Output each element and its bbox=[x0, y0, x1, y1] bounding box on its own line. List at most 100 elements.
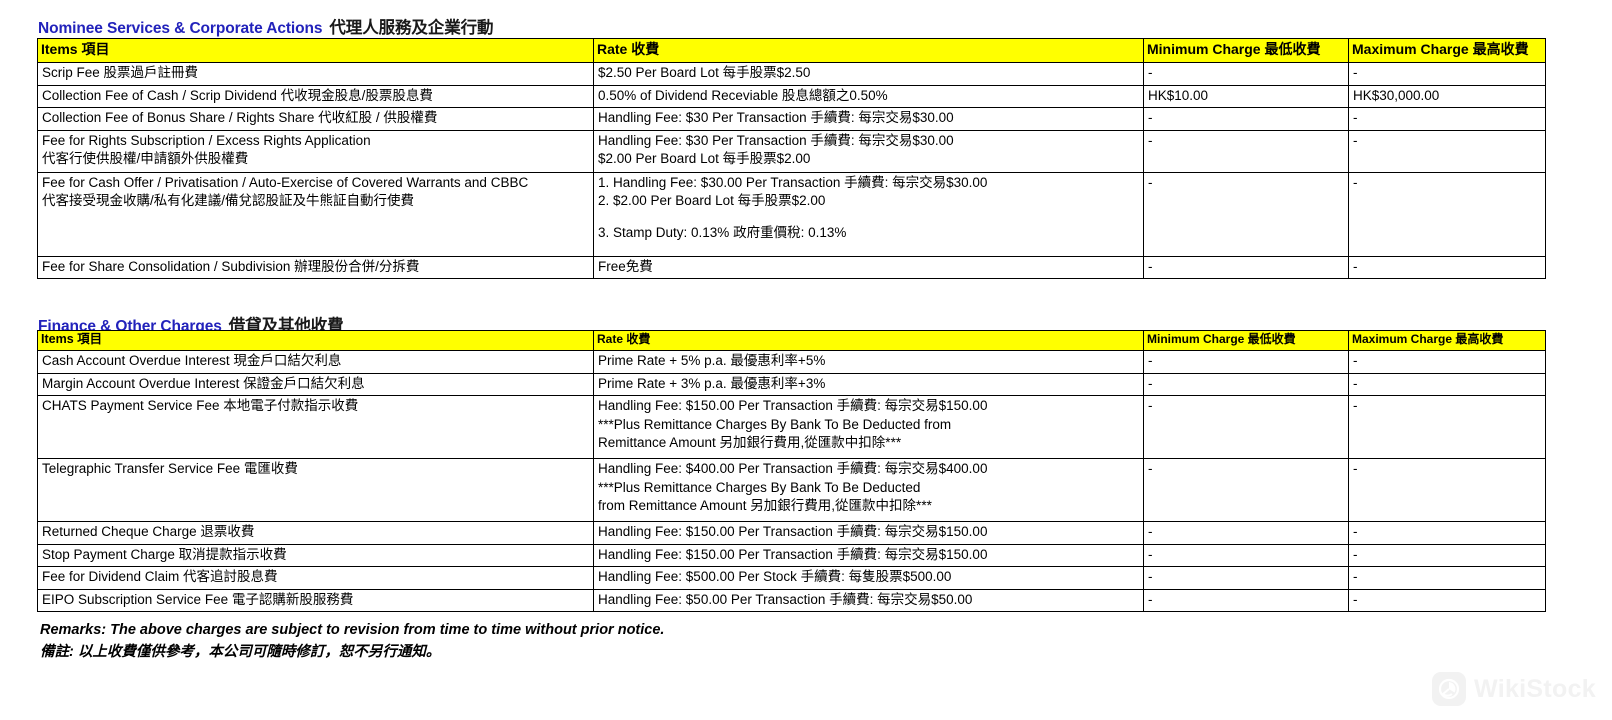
table-row: Scrip Fee 股票過戶註冊費 $2.50 Per Board Lot 每手股… bbox=[37, 62, 1546, 86]
item-cell-line: Margin Account Overdue Interest 保證金戶口結欠利… bbox=[42, 375, 365, 391]
rate-cell-line: Handling Fee: $500.00 Per Stock 手續費: 每隻股… bbox=[598, 569, 952, 585]
wikistock-watermark-text: WikiStock bbox=[1474, 674, 1596, 703]
item-cell: EIPO Subscription Service Fee 電子認購新股服務費 bbox=[37, 588, 594, 613]
remarks-line-cn: 備註: 以上收費僅供參考，本公司可隨時修訂，恕不另行通知。 bbox=[40, 643, 441, 660]
column-header-items: Items 項目 bbox=[37, 37, 594, 64]
table-row: Collection Fee of Bonus Share / Rights S… bbox=[37, 107, 1546, 131]
column-header-rate: Rate 收費 bbox=[593, 37, 1144, 64]
minimum-charge-cell: - bbox=[1143, 372, 1349, 397]
table-row: Telegraphic Transfer Service Fee 電匯收費 Han… bbox=[37, 458, 1546, 523]
maximum-charge-cell: HK$30,000.00 bbox=[1348, 84, 1546, 109]
item-cell: Telegraphic Transfer Service Fee 電匯收費 bbox=[37, 458, 594, 523]
column-header-maximum-charge: Maximum Charge 最高收費 bbox=[1348, 37, 1546, 64]
rate-cell-line: Prime Rate + 5% p.a. 最優惠利率+5% bbox=[598, 353, 826, 369]
item-cell-line: Returned Cheque Charge 退票收費 bbox=[42, 524, 255, 540]
rate-cell: Handling Fee: $150.00 Per Transaction 手續… bbox=[593, 395, 1144, 460]
table-row: Stop Payment Charge 取消提款指示收費 Handling Fee… bbox=[37, 543, 1546, 568]
minimum-charge-cell: - bbox=[1143, 62, 1349, 86]
item-cell-line: Scrip Fee 股票過戶註冊費 bbox=[42, 65, 199, 81]
item-cell-line: Stop Payment Charge 取消提款指示收費 bbox=[42, 546, 287, 562]
table-row: CHATS Payment Service Fee 本地電子付款指示收費 Hand… bbox=[37, 395, 1546, 460]
finance-other-charges-table-body: Cash Account Overdue Interest 現金戶口結欠利息 Pr… bbox=[37, 350, 1546, 613]
item-cell: Scrip Fee 股票過戶註冊費 bbox=[37, 62, 594, 86]
table-row: Fee for Share Consolidation / Subdivisio… bbox=[37, 255, 1546, 280]
table-row: Margin Account Overdue Interest 保證金戶口結欠利… bbox=[37, 372, 1546, 397]
rate-cell: Prime Rate + 3% p.a. 最優惠利率+3% bbox=[593, 372, 1144, 397]
maximum-charge-cell: - bbox=[1348, 129, 1546, 173]
rate-cell-line: 2. $2.00 Per Board Lot 每手股票$2.00 bbox=[598, 193, 826, 209]
item-cell: Fee for Rights Subscription / Excess Rig… bbox=[37, 129, 594, 173]
item-cell-line: Collection Fee of Cash / Scrip Dividend … bbox=[42, 87, 433, 103]
maximum-charge-cell: - bbox=[1348, 521, 1546, 545]
item-cell-line: CHATS Payment Service Fee 本地電子付款指示收費 bbox=[42, 398, 359, 414]
remarks-block: Remarks: The above charges are subject t… bbox=[40, 620, 664, 664]
table-row: Collection Fee of Cash / Scrip Dividend … bbox=[37, 84, 1546, 109]
table-header-row: Items 項目 Rate 收費 Minimum Charge 最低收費 Max… bbox=[37, 37, 1546, 64]
item-cell-line: Telegraphic Transfer Service Fee 電匯收費 bbox=[42, 461, 298, 477]
maximum-charge-cell: - bbox=[1348, 543, 1546, 568]
rate-cell-line: Handling Fee: $30 Per Transaction 手續費: 每… bbox=[598, 132, 954, 148]
maximum-charge-cell: - bbox=[1348, 171, 1546, 257]
table-row: Fee for Cash Offer / Privatisation / Aut… bbox=[37, 171, 1546, 257]
item-cell-line: Fee for Cash Offer / Privatisation / Aut… bbox=[42, 174, 529, 190]
minimum-charge-cell: - bbox=[1143, 350, 1349, 374]
wikistock-logo-icon bbox=[1432, 672, 1467, 706]
finance-other-charges-table: Items 項目 Rate 收費 Minimum Charge 最低收費 Max… bbox=[37, 329, 1546, 613]
table-header-row: Items 項目 Rate 收費 Minimum Charge 最低收費 Max… bbox=[37, 329, 1546, 352]
item-cell-line: Fee for Rights Subscription / Excess Rig… bbox=[42, 132, 371, 148]
item-cell: Fee for Cash Offer / Privatisation / Aut… bbox=[37, 171, 594, 257]
rate-cell: Handling Fee: $50.00 Per Transaction 手續費… bbox=[593, 588, 1144, 613]
rate-cell: Handling Fee: $30 Per Transaction 手續費: 每… bbox=[593, 107, 1144, 131]
maximum-charge-cell: - bbox=[1348, 255, 1546, 280]
rate-cell-line: Handling Fee: $150.00 Per Transaction 手續… bbox=[598, 524, 988, 540]
maximum-charge-cell: - bbox=[1348, 107, 1546, 131]
maximum-charge-cell: - bbox=[1348, 458, 1546, 523]
rate-cell-line: $2.50 Per Board Lot 每手股票$2.50 bbox=[598, 65, 811, 81]
table-row: EIPO Subscription Service Fee 電子認購新股服務費 H… bbox=[37, 588, 1546, 613]
minimum-charge-cell: HK$10.00 bbox=[1143, 84, 1349, 109]
maximum-charge-cell: - bbox=[1348, 350, 1546, 374]
rate-cell-line: 0.50% of Dividend Receviable 股息總額之0.50% bbox=[598, 87, 888, 103]
table-row: Fee for Rights Subscription / Excess Rig… bbox=[37, 129, 1546, 173]
minimum-charge-cell: - bbox=[1143, 395, 1349, 460]
minimum-charge-cell: - bbox=[1143, 521, 1349, 545]
rate-cell-line: from Remittance Amount 另加銀行費用,從匯款中扣除*** bbox=[598, 498, 932, 514]
rate-cell: Handling Fee: $400.00 Per Transaction 手續… bbox=[593, 458, 1144, 523]
item-cell: Cash Account Overdue Interest 現金戶口結欠利息 bbox=[37, 350, 594, 374]
column-header-rate: Rate 收費 bbox=[593, 329, 1144, 352]
rate-cell-line: $2.00 Per Board Lot 每手股票$2.00 bbox=[598, 151, 811, 167]
nominee-services-table: Items 項目 Rate 收費 Minimum Charge 最低收費 Max… bbox=[37, 37, 1546, 280]
item-cell-line: Collection Fee of Bonus Share / Rights S… bbox=[42, 110, 438, 126]
rate-cell-line: Remittance Amount 另加銀行費用,從匯款中扣除*** bbox=[598, 435, 902, 451]
nominee-services-table-body: Scrip Fee 股票過戶註冊費 $2.50 Per Board Lot 每手股… bbox=[37, 62, 1546, 280]
section-title-nominee: Nominee Services & Corporate Actions 代理人服… bbox=[38, 14, 494, 38]
item-cell-line: Fee for Dividend Claim 代客追討股息費 bbox=[42, 569, 278, 585]
minimum-charge-cell: - bbox=[1143, 129, 1349, 173]
rate-cell: 1. Handling Fee: $30.00 Per Transaction … bbox=[593, 171, 1144, 257]
item-cell: Fee for Share Consolidation / Subdivisio… bbox=[37, 255, 594, 280]
minimum-charge-cell: - bbox=[1143, 107, 1349, 131]
item-cell-line: 代客行使供股權/申請額外供股權費 bbox=[42, 151, 249, 167]
fee-schedule-page: Nominee Services & Corporate Actions 代理人服… bbox=[0, 0, 1612, 720]
item-cell: Margin Account Overdue Interest 保證金戶口結欠利… bbox=[37, 372, 594, 397]
item-cell: CHATS Payment Service Fee 本地電子付款指示收費 bbox=[37, 395, 594, 460]
minimum-charge-cell: - bbox=[1143, 458, 1349, 523]
column-header-minimum-charge: Minimum Charge 最低收費 bbox=[1143, 37, 1349, 64]
section-title-en: Nominee Services & Corporate Actions bbox=[38, 20, 323, 37]
column-header-maximum-charge: Maximum Charge 最高收費 bbox=[1348, 329, 1546, 352]
section-title-cn: 代理人服務及企業行動 bbox=[329, 19, 494, 37]
item-cell: Fee for Dividend Claim 代客追討股息費 bbox=[37, 566, 594, 590]
column-header-items: Items 項目 bbox=[37, 329, 594, 352]
maximum-charge-cell: - bbox=[1348, 588, 1546, 613]
item-cell-line: EIPO Subscription Service Fee 電子認購新股服務費 bbox=[42, 591, 354, 607]
rate-cell: 0.50% of Dividend Receviable 股息總額之0.50% bbox=[593, 84, 1144, 109]
item-cell: Returned Cheque Charge 退票收費 bbox=[37, 521, 594, 545]
table-row: Fee for Dividend Claim 代客追討股息費 Handling F… bbox=[37, 566, 1546, 590]
maximum-charge-cell: - bbox=[1348, 395, 1546, 460]
rate-cell-line: Handling Fee: $150.00 Per Transaction 手續… bbox=[598, 398, 988, 414]
rate-cell: Handling Fee: $150.00 Per Transaction 手續… bbox=[593, 521, 1144, 545]
minimum-charge-cell: - bbox=[1143, 255, 1349, 280]
wikistock-watermark: WikiStock bbox=[1432, 672, 1596, 706]
rate-cell-line: 3. Stamp Duty: 0.13% 政府重價稅: 0.13% bbox=[598, 224, 847, 240]
minimum-charge-cell: - bbox=[1143, 566, 1349, 590]
